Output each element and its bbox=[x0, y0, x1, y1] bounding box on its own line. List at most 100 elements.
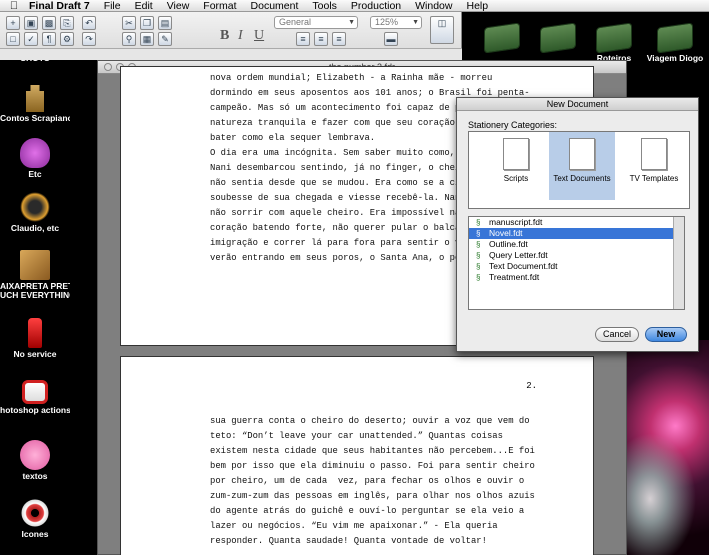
apple-menu-icon[interactable]:  bbox=[6, 0, 22, 12]
new-document-icon[interactable]: + bbox=[6, 16, 20, 30]
category-scripts[interactable]: Scripts bbox=[483, 132, 549, 200]
file-name: manuscript.fdt bbox=[489, 217, 543, 227]
new-document-dialog: New Document Stationery Categories: Scri… bbox=[456, 97, 699, 352]
underline-button[interactable]: U bbox=[254, 28, 264, 44]
folder-icon bbox=[597, 23, 631, 53]
folder-icon bbox=[658, 23, 692, 53]
file-name: Outline.fdt bbox=[489, 239, 528, 249]
file-name: Text Document.fdt bbox=[489, 261, 558, 271]
undo-icon[interactable]: ↶ bbox=[82, 16, 96, 30]
file-item[interactable]: § manuscript.fdt bbox=[469, 217, 684, 228]
paragraph-icon[interactable]: ¶ bbox=[42, 32, 56, 46]
cancel-button[interactable]: Cancel bbox=[595, 327, 639, 342]
candy-heart-icon bbox=[20, 440, 50, 470]
view-mode-icon[interactable]: ◫ bbox=[430, 16, 454, 44]
zoom-value: 125% bbox=[375, 17, 399, 27]
menu-view[interactable]: View bbox=[160, 0, 197, 12]
copy-icon[interactable]: ❐ bbox=[140, 16, 154, 30]
text-line: teto: “Don’t leave your car unattended.”… bbox=[210, 431, 503, 441]
find-icon[interactable]: ⚲ bbox=[122, 32, 136, 46]
document-icon: § bbox=[476, 273, 481, 282]
print-icon[interactable]: ⎘ bbox=[60, 16, 74, 30]
desktop-icon-label-2: UCH EVERYTHING bbox=[0, 291, 70, 300]
scripts-category-icon bbox=[503, 138, 529, 170]
text-line: sua guerra conta o cheiro do deserto; ou… bbox=[210, 416, 530, 426]
desktop-icon-textos[interactable]: textos bbox=[0, 440, 70, 481]
bold-button[interactable]: B bbox=[220, 28, 229, 44]
menu-edit[interactable]: Edit bbox=[128, 0, 160, 12]
file-list-scrollbar[interactable] bbox=[673, 217, 684, 309]
stationery-categories: Scripts Text Documents TV Templates bbox=[468, 131, 690, 209]
cut-icon[interactable]: ✂ bbox=[122, 16, 136, 30]
menu-tools[interactable]: Tools bbox=[305, 0, 344, 12]
categories-label: Stationery Categories: bbox=[468, 120, 558, 130]
desktop-icon-contos[interactable]: Contos Scrapianos bbox=[0, 82, 70, 123]
desktop-icon-icones[interactable]: Icones bbox=[0, 498, 70, 539]
script-notes-icon[interactable]: ✎ bbox=[158, 32, 172, 46]
text-line: lazer ou negócios. “Eu vim me apaixonar.… bbox=[210, 521, 498, 531]
menu-file[interactable]: File bbox=[97, 0, 128, 12]
page-number: 2. bbox=[526, 381, 537, 391]
desktop-photo-overlay bbox=[625, 415, 709, 555]
new-button[interactable]: New bbox=[645, 327, 687, 342]
file-item-selected[interactable]: § Novel.fdt bbox=[469, 228, 684, 239]
file-item[interactable]: § Query Letter.fdt bbox=[469, 250, 684, 261]
document-icon: § bbox=[476, 229, 481, 238]
document-icon: § bbox=[476, 262, 481, 271]
open-icon[interactable]: ▣ bbox=[24, 16, 38, 30]
element-style-select[interactable]: General ▼ bbox=[274, 16, 358, 29]
text-line: nova ordem mundial; Elizabeth - a Rainha… bbox=[210, 73, 493, 83]
close-icon[interactable] bbox=[104, 63, 112, 71]
fire-hydrant-icon bbox=[28, 318, 42, 348]
category-text-documents[interactable]: Text Documents bbox=[549, 132, 615, 200]
save-icon[interactable]: ▩ bbox=[42, 16, 56, 30]
file-item[interactable]: § Treatment.fdt bbox=[469, 272, 684, 283]
menu-production[interactable]: Production bbox=[344, 0, 408, 12]
desktop-folder-1[interactable] bbox=[472, 23, 532, 53]
category-tv-templates[interactable]: TV Templates bbox=[621, 132, 687, 200]
text-line: zum-zum-zum das pessoas em inglês, para … bbox=[210, 491, 535, 501]
ruler-toggle-icon[interactable]: ▬ bbox=[384, 32, 398, 46]
element-style-value: General bbox=[279, 17, 312, 27]
heart-icon bbox=[20, 192, 50, 222]
category-label: Text Documents bbox=[553, 174, 611, 183]
menu-help[interactable]: Help bbox=[459, 0, 495, 12]
file-name: Novel.fdt bbox=[489, 228, 523, 238]
spell-check-icon[interactable]: ✓ bbox=[24, 32, 38, 46]
desktop-icon-caixapreta[interactable]: AIXAPRETA PRETTY UCH EVERYTHING bbox=[0, 250, 70, 300]
desktop-icon-etc[interactable]: Etc bbox=[0, 138, 70, 179]
menu-app[interactable]: Final Draft 7 bbox=[22, 0, 97, 12]
desktop-icon-label: Claudio, etc bbox=[10, 224, 60, 233]
menu-window[interactable]: Window bbox=[408, 0, 459, 12]
file-name: Query Letter.fdt bbox=[489, 250, 548, 260]
document-icon: § bbox=[476, 240, 481, 249]
script-page-2[interactable]: 2. sua guerra conta o cheiro do deserto;… bbox=[120, 356, 594, 555]
zoom-select[interactable]: 125% ▼ bbox=[370, 16, 422, 29]
desktop-folder-2[interactable] bbox=[528, 23, 588, 53]
menu-format[interactable]: Format bbox=[196, 0, 243, 12]
text-line: bem por isso que ela diminuiu o passo. F… bbox=[210, 461, 535, 471]
align-left-icon[interactable]: ≡ bbox=[296, 32, 310, 46]
redo-icon[interactable]: ↷ bbox=[82, 32, 96, 46]
desktop-icon-label: Etc bbox=[28, 170, 42, 179]
align-center-icon[interactable]: ≡ bbox=[314, 32, 328, 46]
desktop-folder-viagem-diogo[interactable]: Viagem Diogo bbox=[645, 23, 705, 63]
file-item[interactable]: § Outline.fdt bbox=[469, 239, 684, 250]
desktop-icon-label: hotoshop actions bbox=[0, 406, 70, 415]
page-setup-icon[interactable]: □ bbox=[6, 32, 20, 46]
desktop-icon-label: textos bbox=[22, 472, 48, 481]
file-item[interactable]: § Text Document.fdt bbox=[469, 261, 684, 272]
italic-button[interactable]: I bbox=[238, 28, 243, 44]
align-right-icon[interactable]: ≡ bbox=[332, 32, 346, 46]
camera-box-icon bbox=[22, 380, 48, 404]
desktop-icon-photoshop-actions[interactable]: hotoshop actions bbox=[0, 380, 70, 415]
box-icon bbox=[20, 250, 50, 280]
desktop-icon-claudio[interactable]: Claudio, etc bbox=[0, 192, 70, 233]
paste-icon[interactable]: ▤ bbox=[158, 16, 172, 30]
scene-icon[interactable]: ▦ bbox=[140, 32, 154, 46]
text-documents-category-icon bbox=[569, 138, 595, 170]
desktop-icon-no-service[interactable]: No service bbox=[0, 318, 70, 359]
menu-document[interactable]: Document bbox=[244, 0, 306, 12]
desktop-folder-roteiros[interactable]: Roteiros bbox=[584, 23, 644, 63]
tools-icon[interactable]: ⚙ bbox=[60, 32, 74, 46]
